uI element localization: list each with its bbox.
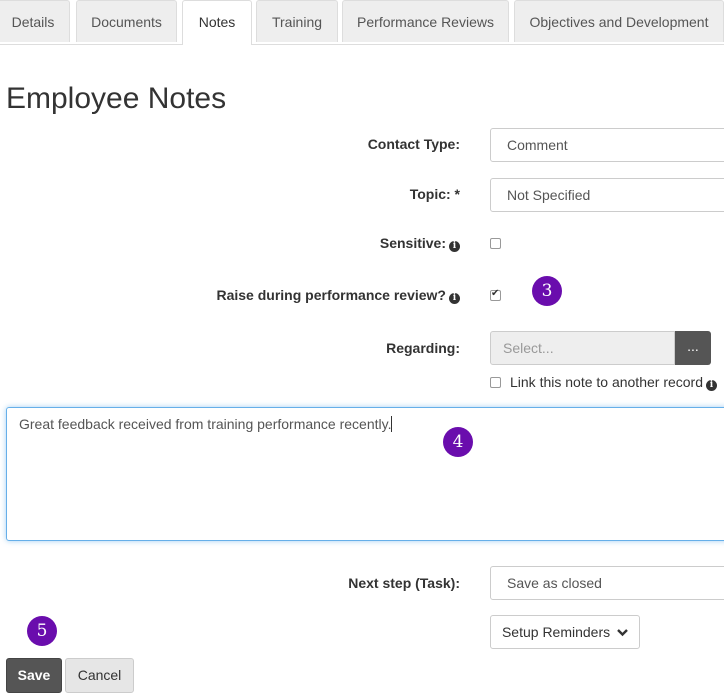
setup-reminders-label: Setup Reminders (501, 624, 611, 640)
contact-type-select[interactable]: Comment (490, 128, 724, 162)
note-text: Great feedback received from training pe… (19, 416, 392, 432)
chevron-down-icon (617, 616, 628, 648)
link-record-checkbox[interactable] (490, 377, 501, 388)
setup-reminders-button[interactable]: Setup Reminders (490, 615, 640, 649)
topic-label: Topic: * (409, 186, 460, 202)
tab-training[interactable]: Training (256, 0, 338, 42)
regarding-browse-button[interactable]: ... (675, 331, 711, 365)
raise-review-label: Raise during performance review? i (216, 287, 460, 304)
raise-review-label-text: Raise during performance review? (216, 287, 446, 303)
regarding-label: Regarding: (386, 340, 460, 356)
info-icon: i (706, 380, 718, 391)
step-badge-4: 4 (443, 427, 473, 457)
tab-details[interactable]: Details (0, 0, 70, 42)
info-icon: i (449, 241, 460, 252)
cancel-button[interactable]: Cancel (65, 658, 134, 693)
next-step-label: Next step (Task): (348, 575, 460, 591)
step-badge-3: 3 (532, 276, 562, 306)
save-button[interactable]: Save (6, 658, 62, 693)
step-badge-5: 5 (27, 616, 57, 646)
tab-notes[interactable]: Notes (182, 0, 252, 45)
regarding-input[interactable]: Select... (490, 331, 675, 365)
note-textarea[interactable]: Great feedback received from training pe… (6, 407, 724, 541)
link-record-label-text: Link this note to another record (510, 374, 704, 390)
text-cursor (391, 416, 393, 432)
link-record-label: Link this note to another record i (510, 374, 718, 391)
sensitive-checkbox[interactable] (490, 238, 501, 249)
next-step-select[interactable]: Save as closed (490, 566, 724, 600)
sensitive-label-text: Sensitive: (379, 235, 446, 251)
page-title: Employee Notes (6, 82, 227, 115)
tab-objectives-development[interactable]: Objectives and Development (514, 0, 724, 42)
topic-select[interactable]: Not Specified (490, 178, 724, 212)
raise-review-checkbox[interactable] (490, 288, 501, 301)
tab-bar: Details Documents Notes Training Perform… (0, 0, 724, 45)
tab-performance-reviews[interactable]: Performance Reviews (342, 0, 509, 42)
tab-documents[interactable]: Documents (76, 0, 177, 42)
sensitive-label: Sensitive: i (380, 235, 460, 252)
contact-type-label: Contact Type: (367, 136, 460, 152)
info-icon: i (449, 293, 460, 304)
